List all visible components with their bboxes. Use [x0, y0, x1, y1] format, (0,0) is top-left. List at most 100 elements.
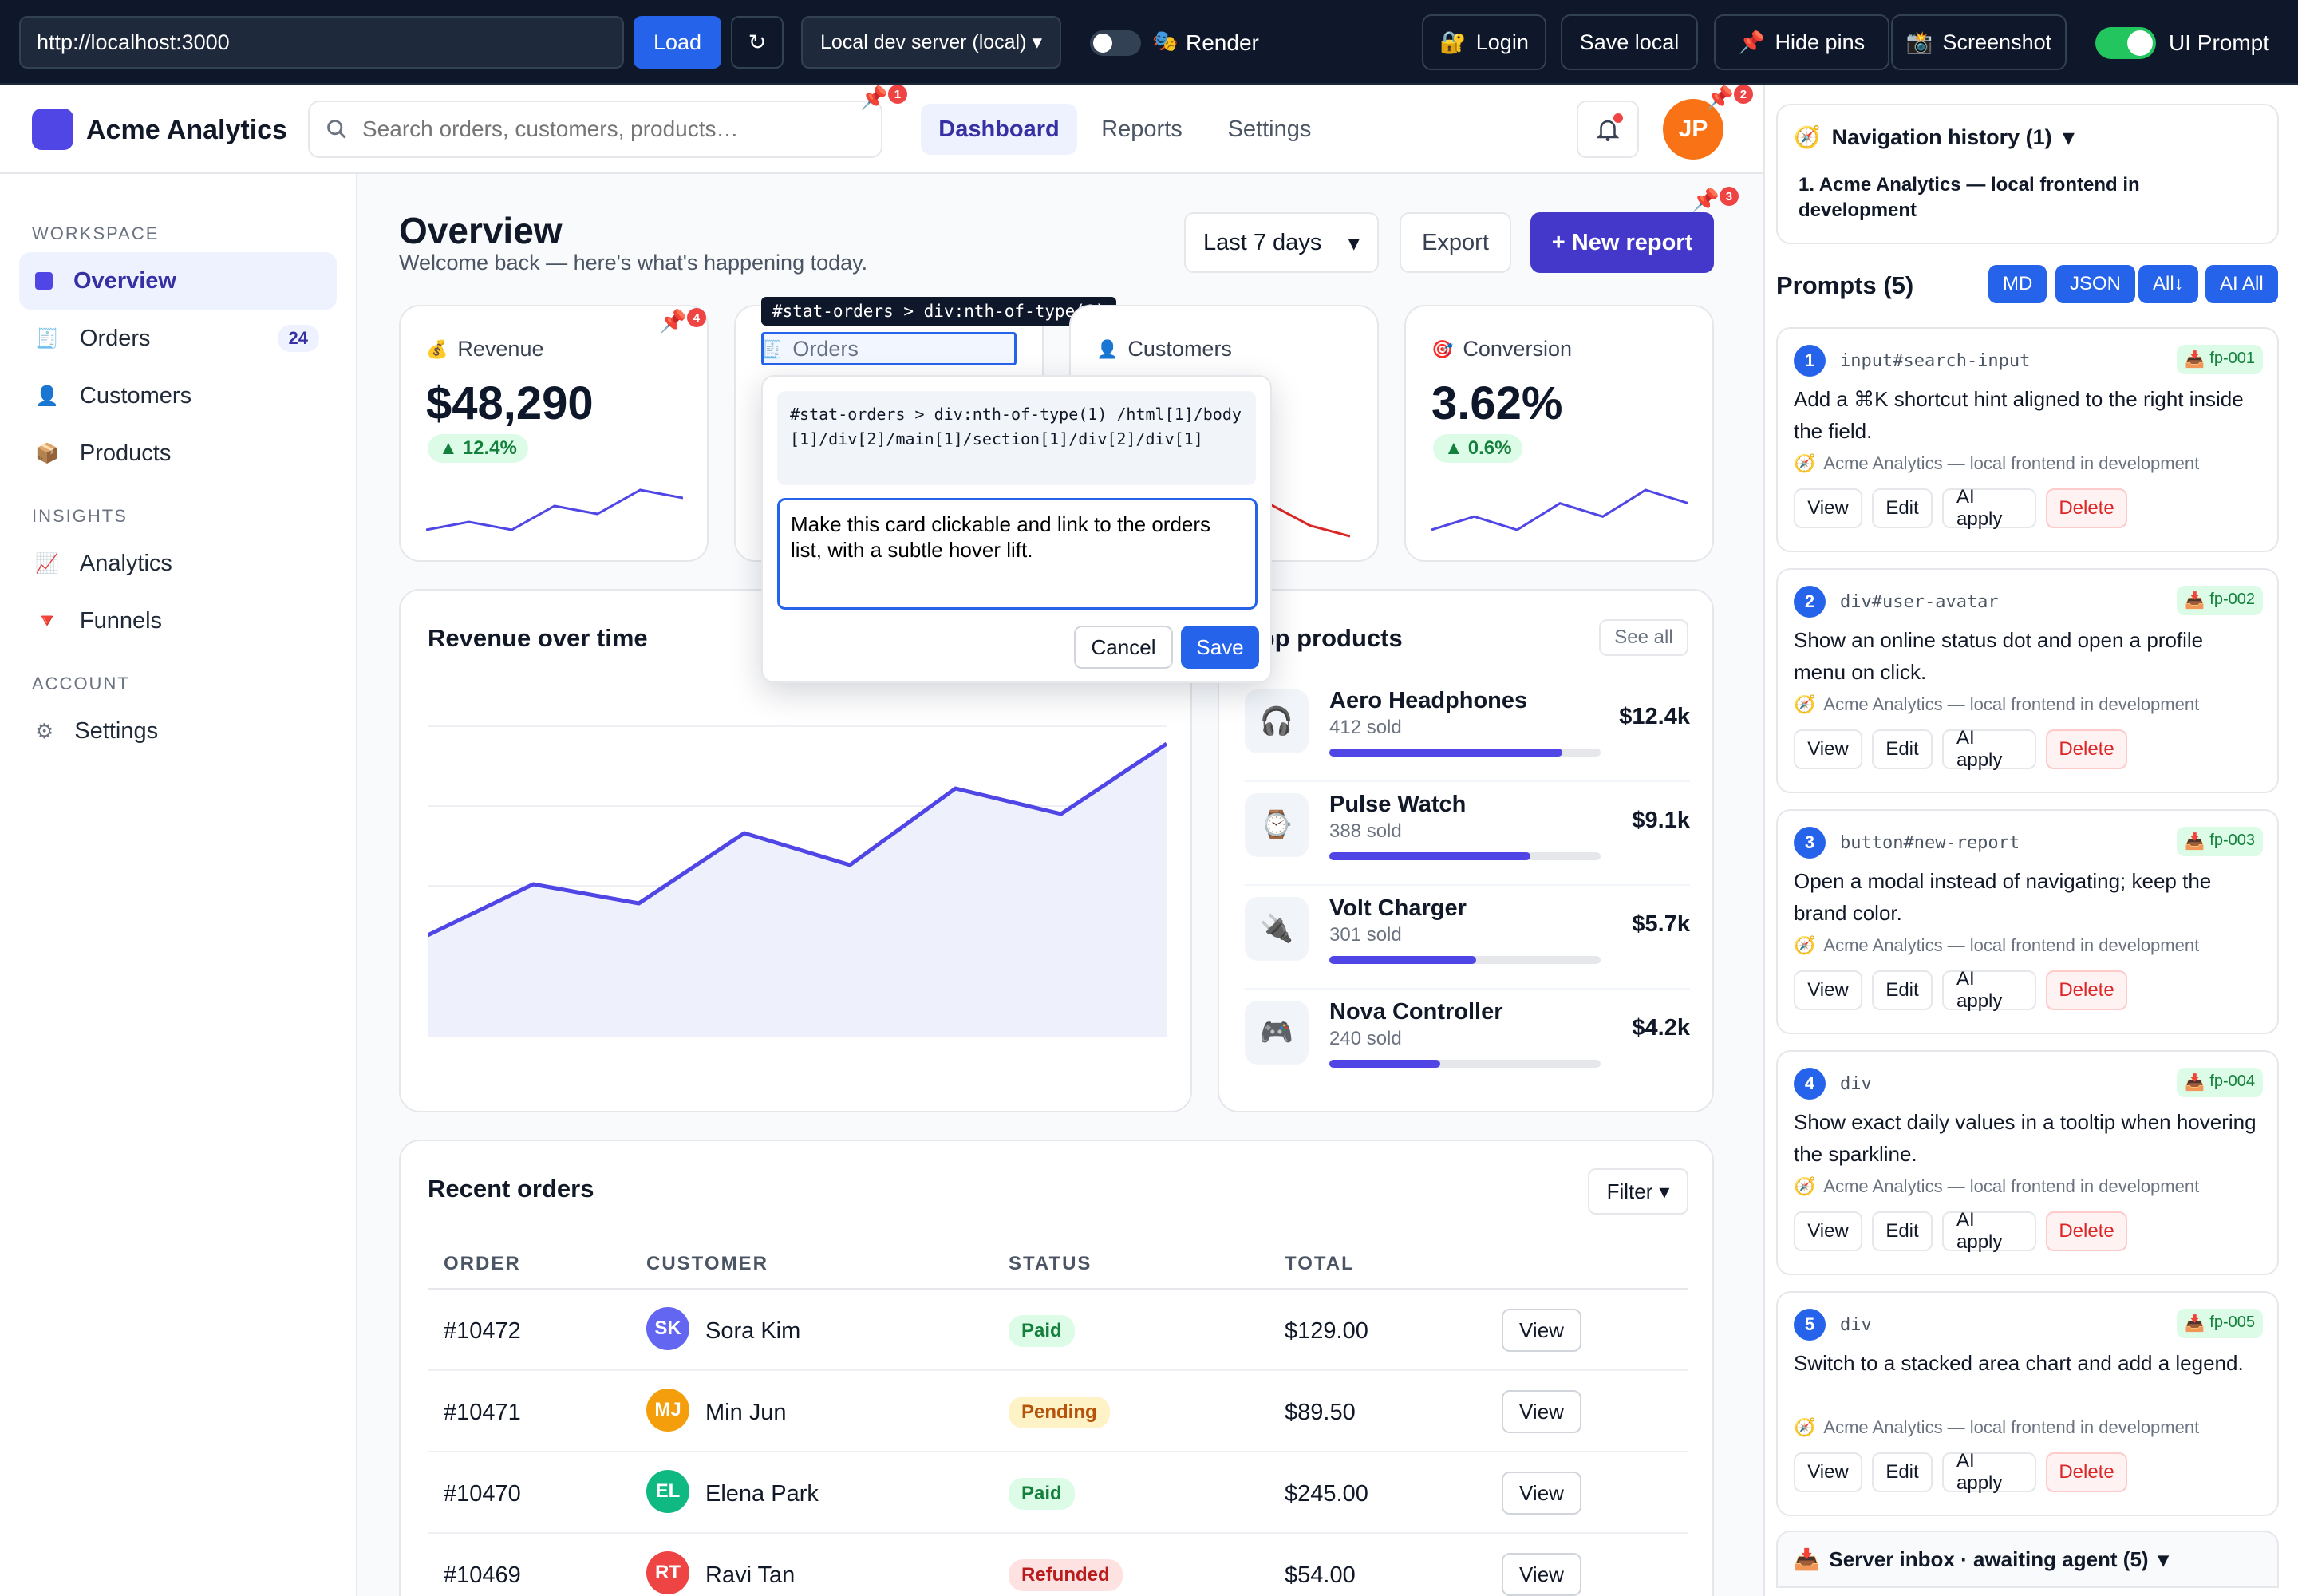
- product-row[interactable]: 🔌 Volt Charger 301 sold $5.7k: [1245, 892, 1690, 990]
- inspector-popover: #stat-orders > div:nth-of-type(1) /html[…: [761, 375, 1272, 683]
- product-row[interactable]: 🎮 Nova Controller 240 sold $4.2k: [1245, 996, 1690, 1084]
- search-box[interactable]: [308, 101, 882, 158]
- pin-marker-1[interactable]: 📌 1: [860, 85, 907, 111]
- pin-icon: 📌: [860, 85, 888, 110]
- prompt-ai-apply-button[interactable]: AI apply: [1942, 486, 2036, 530]
- brand-logo: [32, 109, 73, 150]
- render-toggle[interactable]: [1090, 30, 1141, 56]
- prompt-ai-apply-button[interactable]: AI apply: [1942, 968, 2036, 1012]
- prompt-ai-apply-button[interactable]: AI apply: [1942, 727, 2036, 771]
- revenue-area: [428, 744, 1167, 1037]
- chevron-down-icon: ▾: [1032, 31, 1042, 53]
- new-report-button[interactable]: + New report: [1530, 212, 1714, 273]
- url-input[interactable]: [19, 16, 624, 69]
- pin-marker-4[interactable]: 📌 4: [659, 308, 706, 334]
- view-order-button[interactable]: View: [1502, 1472, 1581, 1515]
- stat-card-conversion: 🎯 Conversion 3.62% ▲ 0.6%: [1404, 305, 1714, 562]
- prompt-view-button[interactable]: View: [1794, 1211, 1862, 1251]
- prompt-text: Open a modal instead of navigating; keep…: [1794, 869, 2212, 925]
- funnel-icon: 🔻: [35, 610, 59, 632]
- customers-sparkline-tail: [1270, 503, 1350, 538]
- search-input[interactable]: [362, 117, 841, 142]
- save-local-button[interactable]: Save local: [1561, 14, 1698, 70]
- stat-label: Revenue: [457, 337, 544, 361]
- prompt-edit-button[interactable]: Edit: [1872, 729, 1933, 769]
- export-md-button[interactable]: MD: [1988, 265, 2047, 303]
- tab-settings[interactable]: Settings: [1210, 104, 1329, 155]
- see-all-button[interactable]: See all: [1599, 619, 1688, 656]
- prompts-title: Prompts (5): [1776, 271, 1914, 299]
- watch-icon: ⌚: [1245, 793, 1309, 857]
- load-button[interactable]: Load: [634, 16, 721, 69]
- nav-history-toggle[interactable]: 🧭 Navigation history (1) ▾: [1794, 124, 2074, 150]
- notifications-button[interactable]: [1577, 101, 1639, 158]
- hide-pins-button[interactable]: 📌 Hide pins: [1714, 14, 1889, 70]
- nav-history-item[interactable]: 1. Acme Analytics — local frontend in de…: [1799, 172, 2229, 223]
- pin-marker-3[interactable]: 📌 3: [1692, 187, 1739, 213]
- prompt-text: Switch to a stacked area chart and add a…: [1794, 1351, 2244, 1375]
- cancel-button[interactable]: Cancel: [1074, 626, 1173, 669]
- prompt-textarea[interactable]: [777, 498, 1258, 610]
- refresh-button[interactable]: ↻: [731, 16, 784, 69]
- ai-all-button[interactable]: AI All: [2205, 265, 2278, 303]
- tab-reports[interactable]: Reports: [1090, 104, 1194, 155]
- prompt-view-button[interactable]: View: [1794, 488, 1862, 528]
- prompt-edit-button[interactable]: Edit: [1872, 1452, 1933, 1492]
- sidebar-item-analytics[interactable]: 📈 Analytics: [19, 535, 337, 592]
- date-range-select[interactable]: Last 7 days ▾: [1184, 212, 1379, 273]
- server-select[interactable]: Local dev server (local) ▾: [801, 16, 1061, 69]
- server-inbox-toggle[interactable]: 📥 Server inbox · awaiting agent (5) ▾: [1776, 1531, 2279, 1588]
- tab-dashboard[interactable]: Dashboard: [921, 104, 1077, 155]
- sidebar-item-customers[interactable]: 👤 Customers: [19, 367, 337, 425]
- filter-button[interactable]: Filter ▾: [1588, 1168, 1688, 1215]
- sidebar-item-orders[interactable]: 🧾 Orders 24: [19, 310, 337, 367]
- view-order-button[interactable]: View: [1502, 1390, 1581, 1433]
- prompt-delete-button[interactable]: Delete: [2046, 970, 2127, 1010]
- compass-icon: 🧭: [1794, 125, 1821, 149]
- prompt-ai-apply-button[interactable]: AI apply: [1942, 1450, 2036, 1494]
- login-button[interactable]: 🔐 Login: [1422, 14, 1546, 70]
- square-icon: [35, 272, 53, 290]
- brand-name: Acme Analytics: [86, 115, 287, 145]
- prompt-view-button[interactable]: View: [1794, 970, 1862, 1010]
- sidebar-item-settings[interactable]: ⚙ Settings: [19, 702, 337, 760]
- product-revenue: $9.1k: [1632, 808, 1690, 833]
- prompt-delete-button[interactable]: Delete: [2046, 729, 2127, 769]
- nav-section-title: ACCOUNT: [32, 674, 130, 693]
- sidebar-item-products[interactable]: 📦 Products: [19, 425, 337, 482]
- prompt-delete-button[interactable]: Delete: [2046, 488, 2127, 528]
- customer-avatar: SK: [646, 1307, 689, 1350]
- arrow-up-icon: ▲: [1444, 437, 1463, 459]
- prompt-edit-button[interactable]: Edit: [1872, 488, 1933, 528]
- order-id: #10470: [444, 1481, 521, 1507]
- export-all-button[interactable]: All↓: [2138, 265, 2198, 303]
- view-order-button[interactable]: View: [1502, 1553, 1581, 1596]
- table-row: #10472 SK Sora Kim Paid $129.00 View: [428, 1290, 1688, 1371]
- export-json-button[interactable]: JSON: [2055, 265, 2136, 303]
- prompt-delete-button[interactable]: Delete: [2046, 1452, 2127, 1492]
- compass-icon: 🧭: [1794, 694, 1816, 714]
- pin-icon: 📌: [1692, 188, 1720, 212]
- view-order-button[interactable]: View: [1502, 1309, 1581, 1352]
- stat-delta: ▲ 12.4%: [428, 434, 528, 463]
- pin-marker-2[interactable]: 📌 2: [1706, 85, 1753, 111]
- screenshot-button[interactable]: 📸 Screenshot: [1891, 14, 2067, 70]
- prompt-edit-button[interactable]: Edit: [1872, 970, 1933, 1010]
- prompt-view-button[interactable]: View: [1794, 729, 1862, 769]
- product-row[interactable]: 🎧 Aero Headphones 412 sold $12.4k: [1245, 685, 1690, 782]
- prompt-ai-apply-button[interactable]: AI apply: [1942, 1209, 2036, 1253]
- sidebar-item-funnels[interactable]: 🔻 Funnels: [19, 592, 337, 650]
- pin-icon: 📌: [1738, 30, 1766, 54]
- ui-prompt-toggle[interactable]: [2095, 27, 2156, 59]
- prompt-card: 4 div 📥 fp-004 Show exact daily values in…: [1776, 1050, 2279, 1275]
- export-button[interactable]: Export: [1400, 212, 1511, 273]
- table-row: #10470 EL Elena Park Paid $245.00 View: [428, 1452, 1688, 1534]
- prompt-edit-button[interactable]: Edit: [1872, 1211, 1933, 1251]
- product-row[interactable]: ⌚ Pulse Watch 388 sold $9.1k: [1245, 788, 1690, 886]
- customer-name: Sora Kim: [705, 1318, 801, 1344]
- sidebar-item-overview[interactable]: Overview: [19, 252, 337, 310]
- prompt-delete-button[interactable]: Delete: [2046, 1211, 2127, 1251]
- column-header-total: TOTAL: [1285, 1253, 1355, 1274]
- save-button[interactable]: Save: [1181, 626, 1259, 669]
- prompt-view-button[interactable]: View: [1794, 1452, 1862, 1492]
